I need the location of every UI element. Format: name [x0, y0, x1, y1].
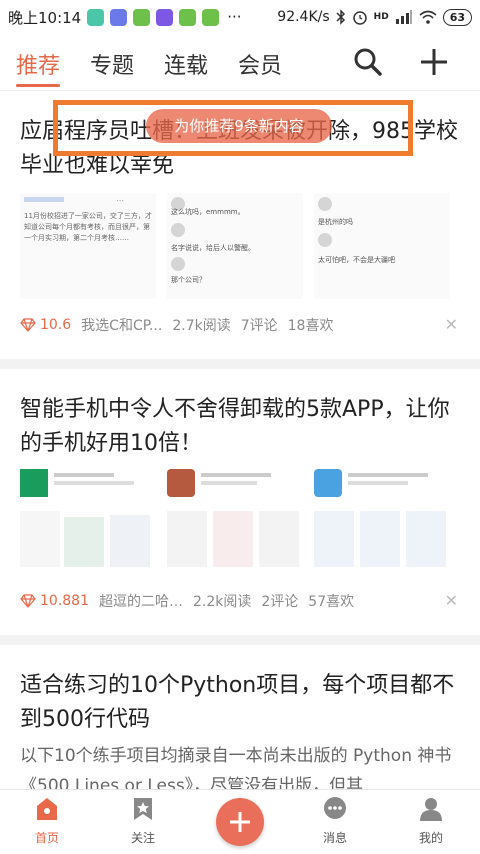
diamond-icon — [20, 318, 36, 332]
close-icon[interactable]: ✕ — [445, 591, 458, 610]
close-icon[interactable]: ✕ — [445, 315, 458, 334]
status-bar: 晚上10:14 ··· 92.4K/s HD 63 — [0, 0, 480, 34]
pen-app-icon — [156, 8, 174, 26]
highlight-box — [53, 100, 413, 156]
article-feed: 应届程序员吐槽：上班发呆被开除，985学校毕业也难以幸免 ⋯ 11月份校招进了一… — [0, 91, 480, 789]
user-icon — [420, 798, 442, 821]
search-icon[interactable] — [352, 46, 384, 78]
bottom-navigation: 首页 关注 消息 我的 — [0, 789, 480, 854]
signal-icon — [395, 10, 412, 24]
thumbnail-text: 11月份校招进了一家公司，交了三方，才知道公司每个月都有考核，而且很严，第一个月… — [24, 212, 152, 242]
app-notification-icon — [87, 8, 105, 26]
article-thumbnail — [167, 467, 303, 573]
nav-home-label: 首页 — [34, 831, 59, 845]
create-button[interactable] — [216, 798, 264, 846]
article-thumbnail — [20, 467, 156, 573]
article-meta: 10.6 我选C和CP... 2.7k阅读 7评论 18喜欢 — [20, 315, 460, 335]
article-reads: 2.7k阅读 — [172, 318, 231, 334]
nav-profile-label: 我的 — [418, 831, 443, 845]
hd-badge: HD — [373, 12, 389, 22]
nav-messages[interactable]: 消息 — [300, 796, 370, 846]
network-speed: 92.4K/s — [277, 9, 330, 25]
status-time: 晚上10:14 — [8, 8, 82, 27]
message-icon — [324, 797, 346, 819]
nav-follow-label: 关注 — [130, 831, 155, 845]
thumbnail-text: 名字说说，给后人以警醒。 — [171, 244, 255, 252]
tab-serials[interactable]: 连载 — [164, 48, 208, 80]
article-score: 10.881 — [20, 593, 89, 609]
app-logo-icon — [167, 469, 195, 497]
tab-recommend[interactable]: 推荐 — [16, 48, 60, 80]
article-score: 10.6 — [20, 317, 71, 333]
nav-messages-label: 消息 — [322, 831, 347, 845]
article-author[interactable]: 我选C和CP... — [81, 315, 162, 335]
thumbnail-text: 太可怕吧，不会是大疆吧 — [318, 256, 395, 264]
app-notification-icon — [202, 8, 220, 26]
article-title[interactable]: 智能手机中令人不舍得卸载的5款APP，让你的手机好用10倍！ — [20, 393, 460, 461]
article-meta: 10.881 超逗的二哈少... 2.2k阅读 2评论 57喜欢 — [20, 591, 460, 611]
article-card[interactable]: 适合练习的10个Python项目，每个项目都不到500行代码 以下10个练手项目… — [0, 645, 480, 789]
star-icon — [134, 798, 152, 820]
app-notification-icon — [110, 8, 128, 26]
article-thumbnail: ⋯ 11月份校招进了一家公司，交了三方，才知道公司每个月都有考核，而且很严，第一… — [20, 193, 156, 299]
battery-indicator: 63 — [442, 8, 472, 26]
app-logo-icon — [314, 469, 342, 497]
article-excerpt: 以下10个练手项目均摘录自一本尚未出版的 Python 神书《500 Lines… — [20, 746, 452, 789]
active-tab-indicator — [16, 84, 60, 87]
plus-icon — [230, 812, 250, 832]
tab-members[interactable]: 会员 — [238, 48, 282, 80]
nav-follow[interactable]: 关注 — [108, 796, 178, 846]
thumbnail-text: 那个公司？ — [171, 276, 206, 284]
article-comments: 2评论 — [261, 594, 299, 610]
article-thumbnail — [314, 467, 450, 573]
score-value: 10.881 — [40, 593, 89, 609]
thumbnail-text: 这么坑吗，emmmm。 — [171, 208, 245, 216]
article-likes: 57喜欢 — [308, 594, 355, 610]
article-title[interactable]: 适合练习的10个Python项目，每个项目都不到500行代码 — [20, 669, 460, 737]
article-thumbnail: 这么坑吗，emmmm。 名字说说，给后人以警醒。 那个公司？ — [167, 193, 303, 299]
article-card[interactable]: 智能手机中令人不舍得卸载的5款APP，让你的手机好用10倍！ 10.881 超逗… — [0, 369, 480, 635]
score-value: 10.6 — [40, 317, 72, 333]
nav-profile[interactable]: 我的 — [396, 796, 466, 846]
article-author[interactable]: 超逗的二哈少... — [99, 591, 183, 611]
tab-topics[interactable]: 专题 — [90, 48, 134, 80]
wifi-icon — [419, 10, 437, 24]
home-icon — [37, 798, 57, 820]
more-notifications-icon: ··· — [227, 8, 242, 26]
thumbnail-text: 是杭州的吗 — [318, 218, 353, 226]
app-logo-icon — [20, 469, 48, 497]
bluetooth-icon — [336, 9, 345, 25]
app-notification-icon — [179, 8, 197, 26]
article-likes: 18喜欢 — [287, 318, 334, 334]
article-comments: 7评论 — [240, 318, 278, 334]
app-notification-icon — [133, 8, 151, 26]
nav-home[interactable]: 首页 — [12, 796, 82, 846]
article-thumbnail: 是杭州的吗 太可怕吧，不会是大疆吧 — [314, 193, 450, 299]
top-navigation: 推荐 专题 连载 会员 — [0, 34, 480, 91]
alarm-icon — [352, 11, 367, 25]
article-reads: 2.2k阅读 — [193, 594, 252, 610]
diamond-icon — [20, 594, 36, 608]
plus-icon[interactable] — [418, 46, 450, 78]
